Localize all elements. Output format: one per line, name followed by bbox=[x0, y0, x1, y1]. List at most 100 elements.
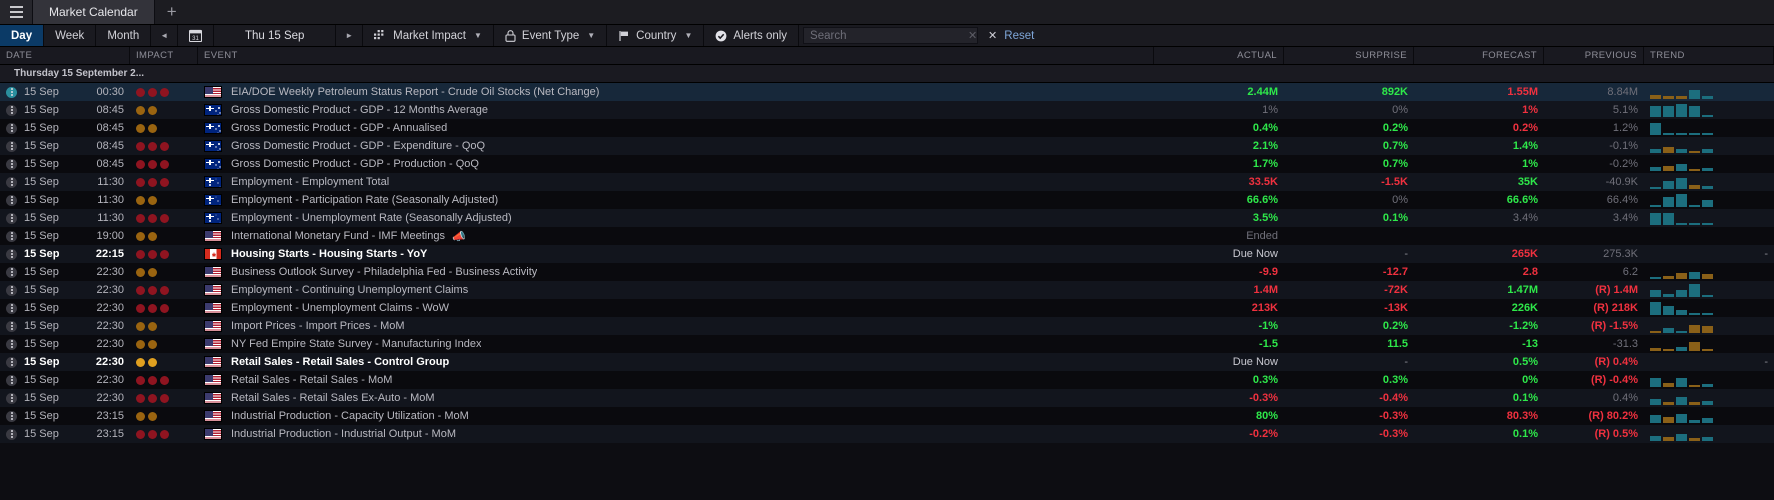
cell-event[interactable]: Retail Sales - Retail Sales Ex-Auto - Mo… bbox=[198, 389, 1154, 407]
table-row[interactable]: 15 Sep 08:45 Gross Domestic Product - GDP … bbox=[0, 101, 1774, 119]
row-menu-icon[interactable] bbox=[6, 302, 17, 314]
cell-event[interactable]: Gross Domestic Product - GDP - Productio… bbox=[198, 155, 1154, 173]
table-row[interactable]: 15 Sep 22:30 Employment - Unemployment Cla… bbox=[0, 299, 1774, 317]
reset-button[interactable]: ✕ Reset bbox=[978, 25, 1044, 46]
row-menu-icon[interactable] bbox=[6, 122, 17, 134]
trend-bar bbox=[1702, 437, 1713, 441]
row-menu-icon[interactable] bbox=[6, 392, 17, 404]
view-week-button[interactable]: Week bbox=[44, 25, 97, 46]
hamburger-menu-icon[interactable] bbox=[0, 0, 33, 24]
row-menu-icon[interactable] bbox=[6, 356, 17, 368]
row-menu-icon[interactable] bbox=[6, 320, 17, 332]
search-input[interactable] bbox=[810, 29, 965, 42]
cell-event[interactable]: Housing Starts - Housing Starts - YoY bbox=[198, 245, 1154, 263]
cell-event[interactable]: Gross Domestic Product - GDP - Expenditu… bbox=[198, 137, 1154, 155]
table-row[interactable]: 15 Sep 08:45 Gross Domestic Product - GDP … bbox=[0, 119, 1774, 137]
table-row[interactable]: 15 Sep 22:15 Housing Starts - Housing Star… bbox=[0, 245, 1774, 263]
row-menu-icon[interactable] bbox=[6, 338, 17, 350]
row-menu-icon[interactable] bbox=[6, 158, 17, 170]
cell-trend bbox=[1644, 299, 1774, 317]
new-tab-button[interactable]: + bbox=[155, 0, 189, 24]
row-date: 15 Sep bbox=[24, 122, 59, 134]
row-menu-icon[interactable] bbox=[6, 428, 17, 440]
table-row[interactable]: 15 Sep 22:30 Employment - Continuing Unemp… bbox=[0, 281, 1774, 299]
cell-event[interactable]: Employment - Participation Rate (Seasona… bbox=[198, 191, 1154, 209]
row-menu-icon[interactable] bbox=[6, 374, 17, 386]
column-header-actual[interactable]: ACTUAL bbox=[1154, 47, 1284, 64]
table-row[interactable]: 15 Sep 08:45 Gross Domestic Product - GDP … bbox=[0, 137, 1774, 155]
column-header-previous[interactable]: PREVIOUS bbox=[1544, 47, 1644, 64]
cell-event[interactable]: Employment - Continuing Unemployment Cla… bbox=[198, 281, 1154, 299]
cell-impact bbox=[130, 407, 198, 425]
tab-market-calendar[interactable]: Market Calendar bbox=[33, 0, 155, 24]
country-filter[interactable]: Country ▼ bbox=[607, 25, 705, 46]
cell-event[interactable]: NY Fed Empire State Survey - Manufacturi… bbox=[198, 335, 1154, 353]
calendar-picker-button[interactable]: 31 bbox=[178, 25, 215, 46]
cell-actual-value: 3.5% bbox=[1252, 212, 1278, 224]
cell-previous: 3.4% bbox=[1544, 209, 1644, 227]
previous-day-button[interactable]: ◄ bbox=[151, 25, 179, 46]
view-month-button[interactable]: Month bbox=[96, 25, 152, 46]
trend-bar bbox=[1676, 133, 1687, 135]
row-menu-icon[interactable] bbox=[6, 266, 17, 278]
column-header-surprise[interactable]: SURPRISE bbox=[1284, 47, 1414, 64]
table-row[interactable]: 15 Sep 22:30 Business Outlook Survey - Phi… bbox=[0, 263, 1774, 281]
market-impact-filter[interactable]: Market Impact ▼ bbox=[363, 25, 494, 46]
trend-bar bbox=[1663, 402, 1674, 405]
row-menu-icon[interactable] bbox=[6, 86, 17, 98]
row-menu-icon[interactable] bbox=[6, 176, 17, 188]
cell-event[interactable]: Retail Sales - Retail Sales - MoM bbox=[198, 371, 1154, 389]
cell-event[interactable]: Industrial Production - Capacity Utiliza… bbox=[198, 407, 1154, 425]
table-row[interactable]: 15 Sep 22:30 Retail Sales - Retail Sales -… bbox=[0, 353, 1774, 371]
column-header-impact[interactable]: IMPACT bbox=[130, 47, 198, 64]
row-menu-icon[interactable] bbox=[6, 284, 17, 296]
row-menu-icon[interactable] bbox=[6, 410, 17, 422]
table-row[interactable]: 15 Sep 19:00 International Monetary Fund -… bbox=[0, 227, 1774, 245]
selected-date-label[interactable]: Thu 15 Sep bbox=[214, 25, 337, 46]
row-menu-icon[interactable] bbox=[6, 212, 17, 224]
view-day-button[interactable]: Day bbox=[0, 25, 45, 46]
table-row[interactable]: 15 Sep 11:30 Employment - Participation Ra… bbox=[0, 191, 1774, 209]
table-row[interactable]: 15 Sep 23:15 Industrial Production - Indus… bbox=[0, 425, 1774, 443]
column-header-forecast[interactable]: FORECAST bbox=[1414, 47, 1544, 64]
row-menu-icon[interactable] bbox=[6, 104, 17, 116]
flag-nz-icon bbox=[204, 140, 222, 152]
cell-event[interactable]: Gross Domestic Product - GDP - Annualise… bbox=[198, 119, 1154, 137]
row-menu-icon[interactable] bbox=[6, 140, 17, 152]
cell-forecast: 1% bbox=[1414, 155, 1544, 173]
row-menu-icon[interactable] bbox=[6, 194, 17, 206]
table-row[interactable]: 15 Sep 00:30 EIA/DOE Weekly Petroleum Stat… bbox=[0, 83, 1774, 101]
day-group-header[interactable]: Thursday 15 September 2... bbox=[0, 65, 1774, 83]
row-menu-icon[interactable] bbox=[6, 248, 17, 260]
cell-event[interactable]: Import Prices - Import Prices - MoM bbox=[198, 317, 1154, 335]
table-row[interactable]: 15 Sep 11:30 Employment - Employment Total… bbox=[0, 173, 1774, 191]
column-header-trend[interactable]: TREND bbox=[1644, 47, 1774, 64]
cell-event[interactable]: International Monetary Fund - IMF Meetin… bbox=[198, 227, 1154, 245]
cell-event[interactable]: Business Outlook Survey - Philadelphia F… bbox=[198, 263, 1154, 281]
search-box[interactable]: ✕ bbox=[803, 27, 979, 44]
cell-trend bbox=[1644, 209, 1774, 227]
cell-event[interactable]: Industrial Production - Industrial Outpu… bbox=[198, 425, 1154, 443]
table-row[interactable]: 15 Sep 23:15 Industrial Production - Capac… bbox=[0, 407, 1774, 425]
table-row[interactable]: 15 Sep 22:30 Retail Sales - Retail Sales -… bbox=[0, 371, 1774, 389]
table-row[interactable]: 15 Sep 11:30 Employment - Unemployment Rat… bbox=[0, 209, 1774, 227]
column-header-date[interactable]: DATE bbox=[0, 47, 130, 64]
column-header-event[interactable]: EVENT bbox=[198, 47, 1154, 64]
cell-event[interactable]: Employment - Unemployment Rate (Seasonal… bbox=[198, 209, 1154, 227]
table-row[interactable]: 15 Sep 22:30 Retail Sales - Retail Sales E… bbox=[0, 389, 1774, 407]
cell-impact bbox=[130, 317, 198, 335]
cell-event[interactable]: EIA/DOE Weekly Petroleum Status Report -… bbox=[198, 83, 1154, 101]
cell-actual-value: 2.44M bbox=[1247, 86, 1278, 98]
table-row[interactable]: 15 Sep 22:30 NY Fed Empire State Survey - … bbox=[0, 335, 1774, 353]
alerts-only-toggle[interactable]: Alerts only bbox=[704, 25, 800, 46]
event-type-filter[interactable]: Event Type ▼ bbox=[493, 25, 608, 46]
table-row[interactable]: 15 Sep 22:30 Import Prices - Import Prices… bbox=[0, 317, 1774, 335]
cell-event[interactable]: Retail Sales - Retail Sales - Control Gr… bbox=[198, 353, 1154, 371]
table-row[interactable]: 15 Sep 08:45 Gross Domestic Product - GDP … bbox=[0, 155, 1774, 173]
cell-event[interactable]: Gross Domestic Product - GDP - 12 Months… bbox=[198, 101, 1154, 119]
next-day-button[interactable]: ► bbox=[336, 25, 364, 46]
row-menu-icon[interactable] bbox=[6, 230, 17, 242]
cell-event[interactable]: Employment - Unemployment Claims - WoW bbox=[198, 299, 1154, 317]
cell-event[interactable]: Employment - Employment Total bbox=[198, 173, 1154, 191]
clear-search-icon[interactable]: ✕ bbox=[964, 29, 977, 42]
